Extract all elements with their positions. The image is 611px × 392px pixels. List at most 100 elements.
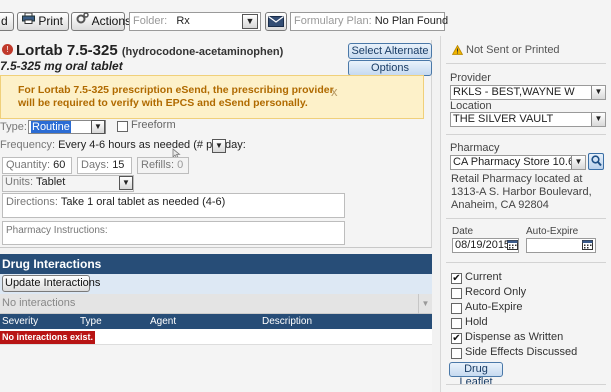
pharmacy-label: Pharmacy (450, 142, 500, 154)
epcs-alert-text: For Lortab 7.5-325 prescription eSend, t… (18, 84, 334, 109)
type-label: Type: (0, 121, 27, 133)
current-checkbox[interactable]: ✔ (451, 273, 462, 284)
provider-select[interactable]: RKLS - BEST,WAYNE W ▼ (450, 85, 606, 100)
auto-expire-checkbox-label: Auto-Expire (465, 301, 523, 313)
quantity-field[interactable]: Quantity: 60 (2, 157, 72, 174)
drug-generic-name: (hydrocodone-acetaminophen) (121, 46, 284, 58)
lower-empty-area (0, 345, 432, 392)
type-select[interactable]: Routine ▼ (28, 120, 106, 134)
calendar-icon[interactable] (582, 239, 593, 253)
provider-label: Provider (450, 72, 491, 84)
record-only-label: Record Only (465, 286, 527, 298)
print-button[interactable]: Print (17, 12, 69, 31)
directions-field[interactable]: Directions: Take 1 oral tablet as needed… (2, 193, 345, 218)
calendar-icon[interactable] (507, 239, 518, 253)
column-type[interactable]: Type (80, 314, 102, 329)
column-description[interactable]: Description (262, 314, 312, 329)
divider (446, 134, 606, 135)
chevron-down-icon: ▼ (242, 14, 258, 29)
hold-checkbox[interactable] (451, 318, 462, 329)
days-label: Days: (81, 159, 110, 171)
refills-field[interactable]: Refills: 0 (137, 157, 189, 174)
auto-expire-label: Auto-Expire (526, 226, 579, 237)
select-alternate-label: Select Alternate (351, 45, 429, 57)
formulary-label: Formulary Plan: (294, 15, 372, 27)
pharmacy-instructions-field[interactable]: Pharmacy Instructions: (2, 221, 345, 245)
dispense-as-written-label: Dispense as Written (465, 331, 564, 343)
alert-circle-icon: ! (2, 44, 13, 55)
chevron-down-icon: ▼ (91, 120, 105, 134)
actions-label: Actions (91, 14, 132, 28)
dispense-as-written-checkbox[interactable]: ✔ (451, 333, 462, 344)
check-icon: ✔ (452, 333, 461, 344)
record-only-checkbox[interactable] (451, 288, 462, 299)
partial-toolbar-button[interactable]: d (0, 12, 14, 31)
message-button[interactable] (265, 12, 287, 31)
location-value: THE SILVER VAULT (453, 113, 554, 125)
drug-title: Lortab 7.5-325 (hydrocodone-acetaminophe… (16, 42, 283, 59)
chevron-down-icon: ▼ (591, 86, 605, 99)
pharmacy-desc-line-1: Retail Pharmacy located at (451, 173, 583, 185)
folder-label: Folder: (133, 15, 168, 27)
chevron-down-icon: ▼ (119, 176, 133, 190)
drug-interactions-header: Drug Interactions (0, 254, 432, 274)
formulary-plan-field: Formulary Plan: No Plan Found (290, 12, 449, 31)
days-field[interactable]: Days: 15 (77, 157, 132, 174)
interactions-table-header: Severity Type Agent Description (0, 314, 432, 329)
location-label: Location (450, 100, 492, 112)
directions-label: Directions: (6, 196, 58, 208)
column-severity[interactable]: Severity (2, 314, 38, 329)
update-interactions-button[interactable]: Update Interactions (2, 275, 100, 292)
quantity-value: 60 (53, 159, 66, 171)
pharmacy-instructions-label: Pharmacy Instructions: (6, 225, 108, 236)
divider (446, 63, 606, 64)
side-effects-discussed-label: Side Effects Discussed (465, 346, 578, 358)
drug-leaflet-button[interactable]: Drug Leaflet (449, 362, 503, 388)
options-label: Options (371, 62, 409, 74)
quantity-label: Quantity: (6, 159, 51, 171)
column-agent[interactable]: Agent (150, 314, 176, 329)
pharmacy-desc-line-3: Anaheim, CA 92804 (451, 199, 549, 211)
partial-button-label: d (1, 14, 8, 28)
auto-expire-checkbox[interactable] (451, 303, 462, 314)
pharmacy-value: CA Pharmacy Store 10.6 (453, 156, 575, 168)
formulary-value: No Plan Found (374, 15, 449, 27)
no-interactions-badge: No interactions exist. (0, 331, 96, 344)
location-select[interactable]: THE SILVER VAULT ▼ (450, 112, 606, 127)
pharmacy-select[interactable]: CA Pharmacy Store 10.6 ▼ (450, 155, 586, 170)
printer-icon (22, 12, 35, 29)
drug-name: Lortab 7.5-325 (16, 42, 118, 59)
chevron-down-icon: ▼ (418, 294, 432, 314)
print-label: Print (38, 14, 64, 28)
type-value: Routine (31, 121, 71, 133)
actions-button[interactable]: Actions (71, 12, 131, 31)
interactions-filter-value: No interactions (2, 297, 76, 309)
date-label: Date (452, 226, 474, 237)
envelope-icon (268, 15, 284, 32)
frequency-label: Frequency: (0, 139, 56, 151)
actions-gear-icon (76, 12, 89, 29)
update-interactions-label: Update Interactions (5, 277, 101, 289)
check-icon: ✔ (452, 273, 461, 284)
search-icon (591, 155, 602, 170)
side-effects-discussed-checkbox[interactable] (451, 348, 462, 359)
chevron-down-icon: ▼ (571, 156, 585, 169)
refills-value: 0 (177, 159, 184, 171)
refills-label: Refills: (141, 159, 175, 171)
provider-value: RKLS - BEST,WAYNE W (453, 86, 575, 98)
freeform-checkbox[interactable] (117, 121, 128, 132)
hold-label: Hold (465, 316, 488, 328)
date-value: 08/19/2015 (455, 239, 511, 251)
frequency-dropdown-chevron-icon[interactable]: ▼ (212, 139, 226, 153)
interactions-filter-select[interactable]: No interactions (0, 294, 432, 314)
days-value: 15 (112, 159, 125, 171)
close-icon[interactable]: x (331, 84, 338, 99)
divider (446, 384, 606, 385)
pharmacy-search-button[interactable] (588, 153, 604, 170)
folder-select[interactable]: Folder: Rx ▼ (129, 12, 261, 31)
current-label: Current (465, 271, 502, 283)
chevron-down-icon: ▼ (591, 113, 605, 126)
units-select[interactable]: ▼ (2, 175, 134, 192)
select-alternate-button[interactable]: Select Alternate (348, 43, 432, 59)
options-button[interactable]: Options (348, 60, 432, 76)
